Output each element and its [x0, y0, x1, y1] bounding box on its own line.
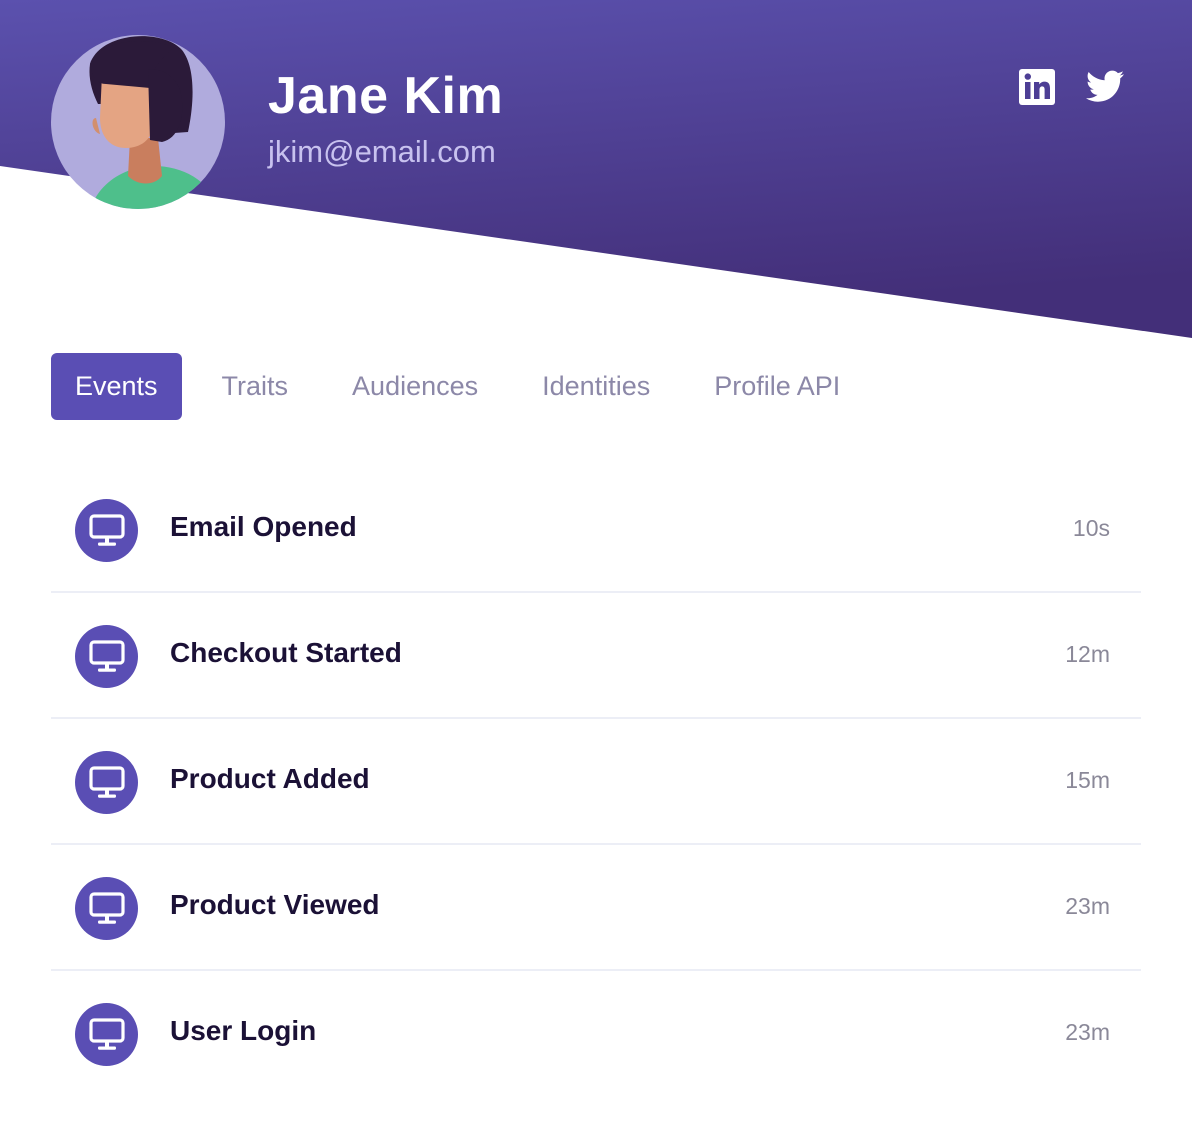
- event-name: Product Viewed: [170, 889, 380, 920]
- monitor-icon: [75, 877, 138, 940]
- monitor-icon: [75, 625, 138, 688]
- event-name: Product Added: [170, 763, 370, 794]
- event-time: 23m: [1065, 893, 1110, 919]
- profile-email: jkim@email.com: [268, 134, 496, 169]
- tab-profile-api[interactable]: Profile API: [690, 353, 864, 420]
- monitor-icon: [75, 499, 138, 562]
- list-item[interactable]: Product Added 15m: [51, 719, 1141, 845]
- monitor-icon: [75, 1003, 138, 1066]
- tab-events[interactable]: Events: [51, 353, 182, 420]
- list-item[interactable]: User Login 23m: [51, 971, 1141, 1097]
- list-item[interactable]: Email Opened 10s: [51, 467, 1141, 593]
- event-name: Email Opened: [170, 511, 357, 542]
- event-name: Checkout Started: [170, 637, 402, 668]
- linkedin-icon[interactable]: [1018, 68, 1058, 106]
- tab-bar: Events Traits Audiences Identities Profi…: [51, 353, 880, 420]
- tab-identities[interactable]: Identities: [518, 353, 674, 420]
- twitter-icon[interactable]: [1086, 68, 1126, 106]
- tab-audiences[interactable]: Audiences: [328, 353, 502, 420]
- event-list: Email Opened 10s Checkout Started 12m Pr…: [51, 467, 1141, 1097]
- list-item[interactable]: Checkout Started 12m: [51, 593, 1141, 719]
- event-name: User Login: [170, 1015, 317, 1046]
- event-time: 10s: [1072, 515, 1110, 541]
- event-time: 12m: [1065, 641, 1110, 667]
- list-item[interactable]: Product Viewed 23m: [51, 845, 1141, 971]
- event-time: 15m: [1065, 767, 1110, 793]
- profile-name: Jane Kim: [268, 67, 504, 125]
- event-time: 23m: [1065, 1019, 1110, 1045]
- tab-traits[interactable]: Traits: [198, 353, 313, 420]
- profile-card: Jane Kim jkim@email.com Events Traits Au…: [0, 0, 1192, 1122]
- avatar: [51, 35, 225, 209]
- monitor-icon: [75, 751, 138, 814]
